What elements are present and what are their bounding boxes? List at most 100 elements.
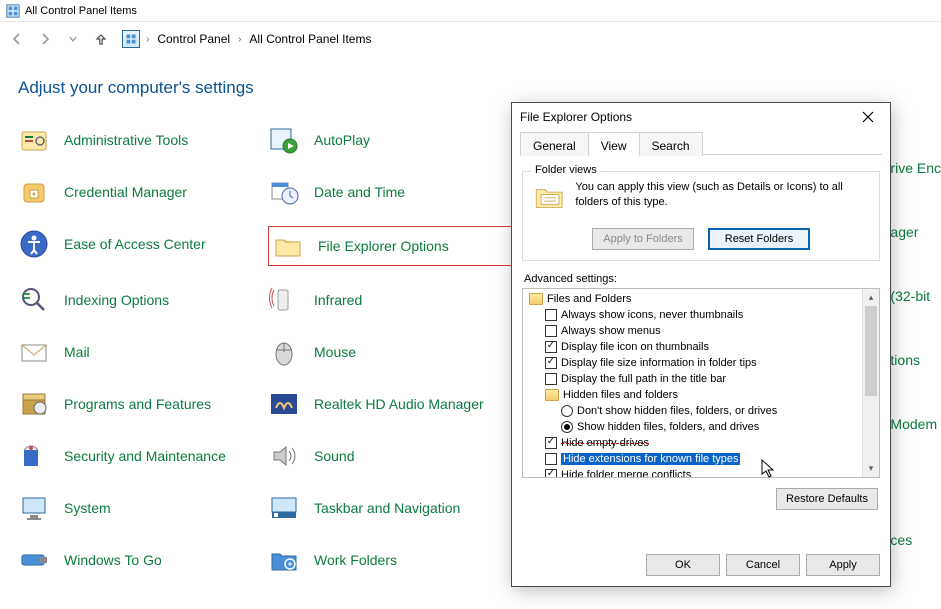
cp-label: Indexing Options bbox=[64, 292, 169, 308]
cp-partial-label: rive Enc bbox=[890, 160, 941, 176]
admin-tools-icon bbox=[18, 124, 50, 156]
folder-views-icon bbox=[533, 180, 565, 220]
reset-folders-button[interactable]: Reset Folders bbox=[708, 228, 810, 250]
tree-node-dont-show-hidden[interactable]: Don't show hidden files, folders, or dri… bbox=[523, 403, 862, 419]
taskbar-navigation-icon bbox=[268, 492, 300, 524]
tree-node-files-folders[interactable]: Files and Folders bbox=[523, 291, 862, 307]
cancel-button[interactable]: Cancel bbox=[726, 554, 800, 576]
cp-item-realtek-audio[interactable]: Realtek HD Audio Manager bbox=[268, 386, 518, 422]
mail-icon bbox=[18, 336, 50, 368]
cp-label: Work Folders bbox=[314, 552, 397, 568]
group-legend: Folder views bbox=[531, 164, 601, 176]
checkbox[interactable] bbox=[545, 437, 557, 449]
folder-views-text: You can apply this view (such as Details… bbox=[575, 180, 869, 210]
cp-item-sound[interactable]: Sound bbox=[268, 438, 518, 474]
cp-item-credential-manager[interactable]: Credential Manager bbox=[18, 174, 268, 210]
cp-item-work-folders[interactable]: Work Folders bbox=[268, 542, 518, 578]
cp-label: Sound bbox=[314, 448, 354, 464]
cp-item-file-explorer-options[interactable]: File Explorer Options bbox=[268, 226, 518, 266]
apply-to-folders-button[interactable]: Apply to Folders bbox=[592, 228, 694, 250]
tab-search[interactable]: Search bbox=[639, 132, 703, 156]
cp-label: Programs and Features bbox=[64, 396, 211, 412]
cp-item-admin-tools[interactable]: Administrative Tools bbox=[18, 122, 268, 158]
folder-icon bbox=[545, 389, 559, 401]
cp-item-mail[interactable]: Mail bbox=[18, 334, 268, 370]
dialog-title: File Explorer Options bbox=[520, 110, 632, 124]
ok-button[interactable]: OK bbox=[646, 554, 720, 576]
restore-defaults-button[interactable]: Restore Defaults bbox=[776, 488, 878, 510]
chevron-right-icon[interactable]: › bbox=[146, 34, 149, 45]
checkbox[interactable] bbox=[545, 325, 557, 337]
scroll-down-button[interactable]: ▾ bbox=[863, 460, 879, 477]
breadcrumb-control-panel[interactable]: Control Panel bbox=[153, 30, 234, 48]
radio[interactable] bbox=[561, 405, 573, 417]
cp-label: Credential Manager bbox=[64, 184, 187, 200]
tree-node-always-menus[interactable]: Always show menus bbox=[523, 323, 862, 339]
cp-label: Mouse bbox=[314, 344, 356, 360]
back-button[interactable] bbox=[4, 26, 30, 52]
cp-item-taskbar-navigation[interactable]: Taskbar and Navigation bbox=[268, 490, 518, 526]
scroll-up-button[interactable]: ▴ bbox=[863, 289, 879, 306]
scroll-thumb[interactable] bbox=[865, 306, 877, 396]
tree-scroll-area[interactable]: Files and Folders Always show icons, nev… bbox=[523, 289, 862, 477]
cp-label: Realtek HD Audio Manager bbox=[314, 396, 484, 412]
security-maintenance-icon bbox=[18, 440, 50, 472]
tab-view[interactable]: View bbox=[588, 132, 640, 156]
cp-partial-label: ces bbox=[890, 532, 941, 548]
checkbox[interactable] bbox=[545, 341, 557, 353]
ease-of-access-icon bbox=[18, 228, 50, 260]
cp-label: System bbox=[64, 500, 111, 516]
cp-item-system[interactable]: System bbox=[18, 490, 268, 526]
address-bar-icon[interactable] bbox=[122, 30, 140, 48]
dialog-titlebar[interactable]: File Explorer Options bbox=[512, 103, 890, 131]
chevron-right-icon[interactable]: › bbox=[238, 34, 241, 45]
forward-button[interactable] bbox=[32, 26, 58, 52]
cp-item-ease-of-access[interactable]: Ease of Access Center bbox=[18, 226, 268, 262]
checkbox[interactable] bbox=[545, 373, 557, 385]
cp-label: Date and Time bbox=[314, 184, 405, 200]
tree-node-show-hidden[interactable]: Show hidden files, folders, and drives bbox=[523, 419, 862, 435]
cp-item-autoplay[interactable]: AutoPlay bbox=[268, 122, 518, 158]
cp-item-mouse[interactable]: Mouse bbox=[268, 334, 518, 370]
control-panel-icon bbox=[6, 4, 20, 18]
tree-node-full-path-title[interactable]: Display the full path in the title bar bbox=[523, 371, 862, 387]
tree-node-hidden-files[interactable]: Hidden files and folders bbox=[523, 387, 862, 403]
cp-label: Administrative Tools bbox=[64, 132, 188, 148]
breadcrumb-all-items[interactable]: All Control Panel Items bbox=[245, 30, 375, 48]
cp-partial-label: tions bbox=[890, 352, 941, 368]
cp-partial-label: (32-bit bbox=[890, 288, 941, 304]
page-heading: Adjust your computer's settings bbox=[18, 78, 923, 98]
tree-node-hide-extensions[interactable]: Hide extensions for known file types bbox=[523, 451, 862, 467]
tree-node-file-icon-thumb[interactable]: Display file icon on thumbnails bbox=[523, 339, 862, 355]
sound-icon bbox=[268, 440, 300, 472]
radio[interactable] bbox=[561, 421, 573, 433]
realtek-audio-icon bbox=[268, 388, 300, 420]
tree-node-hide-merge-conflicts[interactable]: Hide folder merge conflicts bbox=[523, 467, 862, 477]
cp-item-infrared[interactable]: Infrared bbox=[268, 282, 518, 318]
cp-item-programs-features[interactable]: Programs and Features bbox=[18, 386, 268, 422]
cp-label: Infrared bbox=[314, 292, 362, 308]
apply-button[interactable]: Apply bbox=[806, 554, 880, 576]
cp-item-windows-to-go[interactable]: Windows To Go bbox=[18, 542, 268, 578]
checkbox[interactable] bbox=[545, 309, 557, 321]
cp-item-indexing-options[interactable]: Indexing Options bbox=[18, 282, 268, 318]
checkbox[interactable] bbox=[545, 357, 557, 369]
cp-item-date-time[interactable]: Date and Time bbox=[268, 174, 518, 210]
cp-item-security-maintenance[interactable]: Security and Maintenance bbox=[18, 438, 268, 474]
window-title: All Control Panel Items bbox=[25, 5, 137, 17]
close-button[interactable] bbox=[854, 107, 882, 127]
scrollbar[interactable]: ▴ ▾ bbox=[862, 289, 879, 477]
checkbox[interactable] bbox=[545, 453, 557, 465]
up-button[interactable] bbox=[88, 26, 114, 52]
tab-general[interactable]: General bbox=[520, 132, 589, 156]
autoplay-icon bbox=[268, 124, 300, 156]
recent-dropdown[interactable] bbox=[60, 26, 86, 52]
tree-node-file-size-tips[interactable]: Display file size information in folder … bbox=[523, 355, 862, 371]
tree-node-hide-empty-drives[interactable]: Hide empty drives bbox=[523, 435, 862, 451]
checkbox[interactable] bbox=[545, 469, 557, 477]
programs-features-icon bbox=[18, 388, 50, 420]
tree-node-always-icons[interactable]: Always show icons, never thumbnails bbox=[523, 307, 862, 323]
date-time-icon bbox=[268, 176, 300, 208]
advanced-settings-tree: Files and Folders Always show icons, nev… bbox=[522, 288, 880, 478]
cp-label: Mail bbox=[64, 344, 90, 360]
